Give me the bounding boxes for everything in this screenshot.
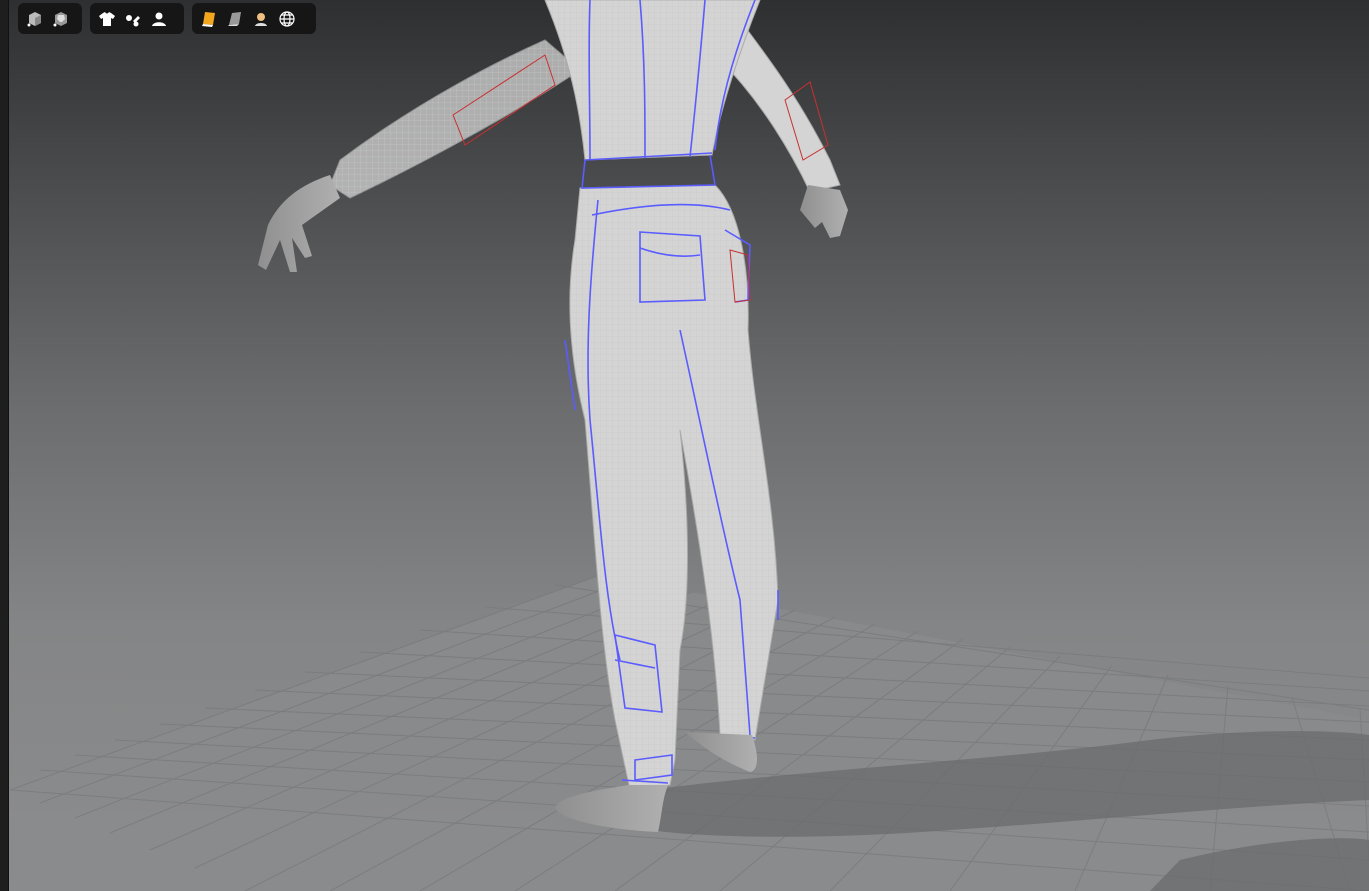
left-arm <box>258 39 581 272</box>
visibility-toolbar <box>90 3 184 34</box>
tools-icon[interactable] <box>120 6 146 32</box>
textured-avatar-cube-icon[interactable] <box>48 6 74 32</box>
texture-swatch-icon[interactable] <box>196 6 222 32</box>
skin-avatar-icon[interactable] <box>248 6 274 32</box>
torso <box>544 0 761 161</box>
scene-canvas[interactable] <box>0 0 1369 891</box>
viewport-left-border <box>0 0 9 891</box>
display-mode-toolbar <box>18 3 82 34</box>
shirt-icon[interactable] <box>94 6 120 32</box>
avatar-icon[interactable] <box>146 6 172 32</box>
solid-cube-icon[interactable] <box>22 6 48 32</box>
render-style-toolbar <box>192 3 316 34</box>
3d-viewport[interactable] <box>0 0 1369 891</box>
globe-wireframe-icon[interactable] <box>274 6 300 32</box>
shaded-surface-icon[interactable] <box>222 6 248 32</box>
